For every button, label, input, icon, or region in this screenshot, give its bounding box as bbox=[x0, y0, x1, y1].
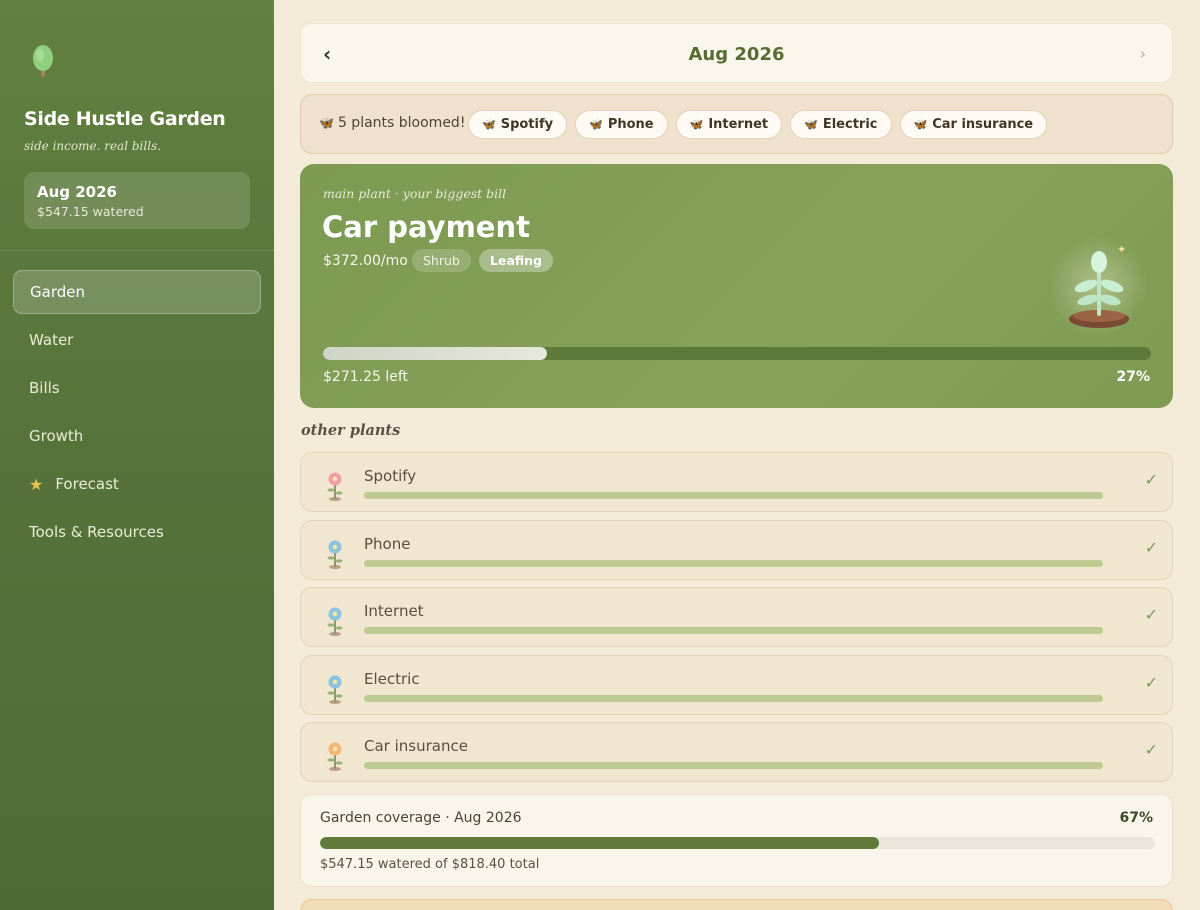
nav-item-label: Tools & Resources bbox=[29, 523, 164, 541]
month-summary-watered: $547.15 watered bbox=[37, 204, 144, 219]
nav-item-label: Forecast bbox=[55, 475, 119, 493]
nav-item-garden[interactable]: Garden bbox=[13, 270, 261, 314]
next-card-partial bbox=[300, 899, 1173, 910]
nav-item-growth[interactable]: Growth bbox=[13, 414, 261, 458]
check-icon: ✓ bbox=[1144, 740, 1158, 759]
flower-icon bbox=[327, 607, 343, 636]
main-plant-progress-fill bbox=[323, 347, 547, 360]
plant-progress-track bbox=[364, 560, 1103, 567]
main-plant-percent: 27% bbox=[1116, 369, 1150, 385]
bloom-message-text: 5 plants bloomed! bbox=[337, 115, 466, 131]
main-plant-remaining: $271.25 left bbox=[323, 369, 409, 385]
bloom-chip[interactable]: 🦋 Car insurance bbox=[899, 110, 1048, 139]
plant-name: Car insurance bbox=[364, 737, 468, 755]
plant-name: Internet bbox=[364, 602, 424, 620]
sidebar-divider bbox=[0, 250, 274, 251]
main-content: ‹ Aug 2026 › 🦋 5 plants bloomed! 🦋 Spotify… bbox=[274, 0, 1200, 910]
butterfly-icon: 🦋 bbox=[913, 118, 928, 131]
bloomed-chips: 🦋 Spotify 🦋 Phone 🦋 Internet 🦋 Electric 🦋 Car… bbox=[468, 110, 1048, 139]
other-plants-heading: other plants bbox=[301, 422, 401, 439]
nav-item-label: Bills bbox=[29, 379, 60, 397]
bloom-chip[interactable]: 🦋 Electric bbox=[790, 110, 892, 139]
bloom-chip[interactable]: 🦋 Internet bbox=[675, 110, 783, 139]
plant-progress-track bbox=[364, 492, 1103, 499]
main-plant-progress-track bbox=[323, 347, 1151, 360]
month-summary-title: Aug 2026 bbox=[37, 183, 117, 201]
sparkle-icon: ✦ bbox=[1117, 243, 1127, 256]
bloom-chip-label: Internet bbox=[708, 117, 769, 132]
plant-name: Electric bbox=[364, 670, 420, 688]
garden-coverage-card: Garden coverage · Aug 2026 67% $547.15 w… bbox=[300, 794, 1173, 887]
flower-icon bbox=[327, 472, 343, 501]
main-plant-card[interactable]: main plant · your biggest bill Car payme… bbox=[300, 164, 1173, 408]
month-navigator: ‹ Aug 2026 › bbox=[300, 23, 1173, 83]
growth-stage-badge: Leafing bbox=[479, 249, 553, 272]
plant-progress-fill bbox=[364, 560, 1103, 567]
plant-progress-fill bbox=[364, 695, 1103, 702]
plant-row[interactable]: Phone ✓ bbox=[300, 520, 1173, 580]
check-icon: ✓ bbox=[1144, 470, 1158, 489]
bloom-chip-label: Electric bbox=[822, 117, 878, 132]
bloom-chip-label: Spotify bbox=[500, 117, 554, 132]
nav-item-bills[interactable]: Bills bbox=[13, 366, 261, 410]
plant-type-badge: Shrub bbox=[412, 249, 471, 272]
main-plant-name: Car payment bbox=[322, 210, 530, 244]
flower-icon bbox=[327, 742, 343, 771]
plant-progress-fill bbox=[364, 762, 1103, 769]
nav-item-tools-resources[interactable]: Tools & Resources bbox=[13, 510, 261, 554]
butterfly-icon: 🦋 bbox=[689, 118, 704, 131]
nav-item-water[interactable]: Water bbox=[13, 318, 261, 362]
bloom-chip[interactable]: 🦋 Spotify bbox=[468, 110, 568, 139]
bloom-chip-label: Car insurance bbox=[932, 117, 1034, 132]
nav-item-label: Growth bbox=[29, 427, 84, 445]
plant-name: Spotify bbox=[364, 467, 417, 485]
bloom-chip[interactable]: 🦋 Phone bbox=[575, 110, 668, 139]
plant-progress-track bbox=[364, 695, 1103, 702]
main-plant-amount: $372.00/mo bbox=[323, 253, 408, 269]
coverage-percent: 67% bbox=[1119, 810, 1153, 826]
bloom-message: 🦋 5 plants bloomed! bbox=[319, 115, 465, 131]
sidebar: Side Hustle Garden side income. real bil… bbox=[0, 0, 274, 910]
check-icon: ✓ bbox=[1144, 605, 1158, 624]
nav-item-label: Water bbox=[29, 331, 74, 349]
butterfly-icon: 🦋 bbox=[589, 118, 603, 131]
plant-row[interactable]: Internet ✓ bbox=[300, 587, 1173, 647]
coverage-title: Garden coverage · Aug 2026 bbox=[320, 810, 522, 826]
tree-icon bbox=[33, 45, 53, 77]
next-month-button[interactable]: › bbox=[1140, 44, 1146, 63]
plant-progress-track bbox=[364, 762, 1103, 769]
star-icon: ★ bbox=[29, 474, 44, 494]
nav-item-forecast[interactable]: ★ Forecast bbox=[13, 462, 261, 506]
coverage-subtitle: $547.15 watered of $818.40 total bbox=[320, 857, 540, 872]
plant-row[interactable]: Spotify ✓ bbox=[300, 452, 1173, 512]
plant-row[interactable]: Electric ✓ bbox=[300, 655, 1173, 715]
flower-icon bbox=[327, 540, 343, 569]
butterfly-icon: 🦋 bbox=[319, 116, 334, 130]
check-icon: ✓ bbox=[1144, 673, 1158, 692]
flower-icon bbox=[327, 675, 343, 704]
plant-name: Phone bbox=[364, 535, 411, 553]
nav-item-label: Garden bbox=[30, 283, 85, 301]
month-summary-card: Aug 2026 $547.15 watered bbox=[24, 172, 250, 229]
sprout-icon bbox=[1069, 251, 1129, 328]
plant-progress-fill bbox=[364, 492, 1103, 499]
bloom-chip-label: Phone bbox=[607, 117, 654, 132]
check-icon: ✓ bbox=[1144, 538, 1158, 557]
butterfly-icon: 🦋 bbox=[482, 118, 496, 131]
plant-progress-track bbox=[364, 627, 1103, 634]
app-tagline: side income. real bills. bbox=[24, 139, 162, 153]
coverage-progress-track bbox=[320, 837, 1155, 849]
current-month-label: Aug 2026 bbox=[688, 44, 785, 65]
main-plant-caption: main plant · your biggest bill bbox=[323, 186, 507, 201]
bloom-banner: 🦋 5 plants bloomed! 🦋 Spotify 🦋 Phone 🦋 Inte… bbox=[300, 94, 1173, 154]
app-title: Side Hustle Garden bbox=[24, 108, 226, 130]
plant-progress-fill bbox=[364, 627, 1103, 634]
plant-row[interactable]: Car insurance ✓ bbox=[300, 722, 1173, 782]
coverage-progress-fill bbox=[320, 837, 880, 849]
butterfly-icon: 🦋 bbox=[804, 118, 818, 131]
